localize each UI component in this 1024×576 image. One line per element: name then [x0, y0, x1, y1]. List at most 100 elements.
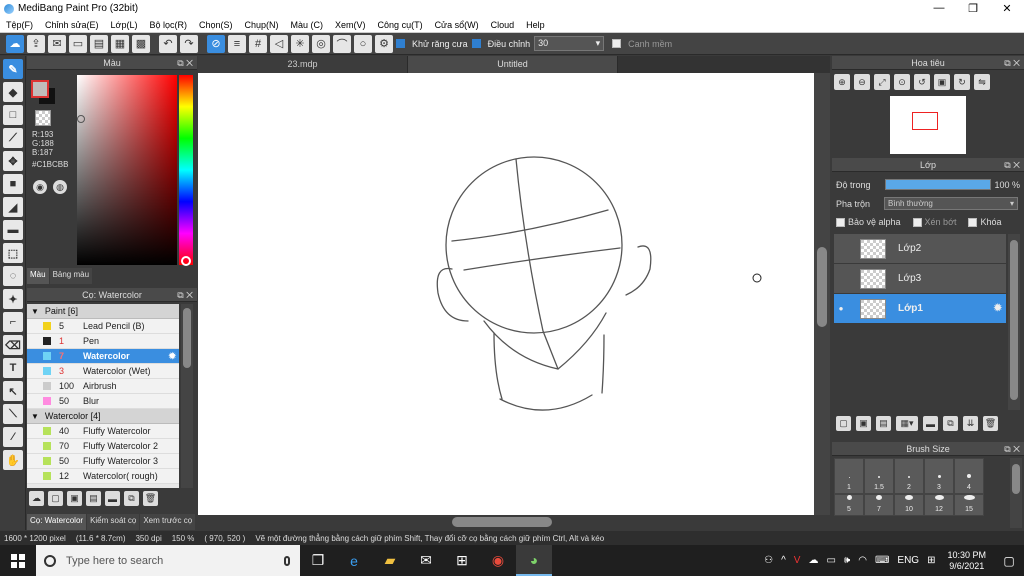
brush-item-watercolor-wet[interactable]: 3 Watercolor (Wet) [27, 364, 179, 379]
menu-color[interactable]: Màu (C) [285, 20, 330, 30]
brush-item-watercolor-rough[interactable]: 12 Watercolor( rough) [27, 469, 179, 484]
brush-item-blur[interactable]: 50 Blur [27, 394, 179, 409]
rotate-reset-icon[interactable]: ▣ [934, 74, 950, 90]
people-icon[interactable]: ⚇ [764, 555, 773, 566]
opacity-slider[interactable] [884, 179, 991, 190]
panel-close-icon[interactable]: ⧉ ✕ [1004, 56, 1020, 70]
antivirus-icon[interactable]: V [794, 555, 801, 566]
brush-item-airbrush[interactable]: 100 Airbrush [27, 379, 179, 394]
brush-size-2[interactable]: 2 [894, 458, 924, 494]
flip-horizontal-icon[interactable]: ⇋ [974, 74, 990, 90]
menu-view[interactable]: Xem(V) [329, 20, 372, 30]
divide-tool-icon[interactable]: ⟍ [3, 404, 23, 424]
scrollbar-thumb[interactable] [817, 247, 827, 327]
brush-list-scrollbar[interactable] [181, 304, 193, 488]
microphone-icon[interactable] [284, 555, 290, 566]
text-tool-icon[interactable]: T [3, 358, 23, 378]
delete-layer-icon[interactable]: 🗑 [983, 416, 998, 431]
redo-icon[interactable]: ↷ [180, 34, 198, 53]
protect-alpha-checkbox[interactable] [836, 217, 845, 227]
layer-settings-gear-icon[interactable]: ✹ [994, 303, 1002, 314]
cross-snap-icon[interactable]: # [249, 34, 267, 53]
eyedropper-tool-icon[interactable]: ⁄ [3, 427, 23, 447]
menu-cloud[interactable]: Cloud [485, 20, 521, 30]
snap-checkbox[interactable] [612, 39, 622, 48]
parallel-snap-icon[interactable]: ≡ [228, 34, 246, 53]
operation-tool-icon[interactable]: ↖ [3, 381, 23, 401]
brush-item-fluffy-watercolor-3[interactable]: 50 Fluffy Watercolor 3 [27, 454, 179, 469]
panel-icon[interactable]: ▦ [111, 34, 129, 53]
brush-item-lead-pencil[interactable]: 5 Lead Pencil (B) [27, 319, 179, 334]
hue-slider-knob[interactable] [181, 256, 191, 266]
mail-icon[interactable]: ✉ [408, 545, 444, 576]
comment-icon[interactable]: ✉ [48, 34, 66, 53]
menu-window[interactable]: Cửa sổ(W) [429, 20, 485, 30]
export-icon[interactable]: ⇪ [27, 34, 45, 53]
layer-folder-icon[interactable]: ▬ [923, 416, 938, 431]
brush-item-watercolor[interactable]: 7 Watercolor ✹ [27, 349, 179, 364]
gradient-tool-icon[interactable]: ▬ [3, 220, 23, 240]
menu-filter[interactable]: Bộ lọc(R) [143, 20, 193, 30]
saturation-value-picker[interactable] [77, 75, 177, 265]
duplicate-layer-icon[interactable]: ⧉ [943, 416, 958, 431]
brush-folder-icon[interactable]: ▬ [105, 491, 120, 506]
hand-tool-icon[interactable]: ✋ [3, 450, 23, 470]
hue-slider[interactable] [179, 75, 193, 265]
volume-icon[interactable]: 🕪 [844, 555, 850, 566]
brush-properties-icon[interactable]: ▤ [86, 491, 101, 506]
zoom-out-icon[interactable]: ⊖ [854, 74, 870, 90]
drawing-canvas[interactable] [198, 73, 830, 515]
brush-size-7[interactable]: 7 [864, 494, 894, 516]
brush-size-5[interactable]: 5 [834, 494, 864, 516]
wifi-icon[interactable]: ◠ [858, 555, 867, 566]
palette-add-icon[interactable]: ◍ [53, 180, 67, 194]
clip-checkbox[interactable] [912, 217, 922, 227]
add-brush-icon[interactable]: ▣ [67, 491, 82, 506]
menu-file[interactable]: Tệp(F) [0, 20, 39, 30]
taskbar-search[interactable]: Type here to search [36, 545, 300, 576]
select-eraser-tool-icon[interactable]: ⌫ [3, 335, 23, 355]
panel-close-icon[interactable]: ⧉ ✕ [1004, 158, 1020, 172]
message-icon[interactable]: ▭ [69, 34, 87, 53]
edge-browser-icon[interactable]: e [336, 545, 372, 576]
menu-select[interactable]: Chọn(S) [193, 20, 239, 30]
rotate-left-icon[interactable]: ↺ [914, 74, 930, 90]
zoom-in-icon[interactable]: ⊕ [834, 74, 850, 90]
palette-icon[interactable]: ◉ [33, 180, 47, 194]
menu-help[interactable]: Help [520, 20, 551, 30]
radial-snap-icon[interactable]: ✳ [291, 34, 309, 53]
brush-tool-icon[interactable]: ✎ [3, 59, 23, 79]
pen-tool-icon[interactable]: ⟋ [3, 128, 23, 148]
file-explorer-icon[interactable]: ▰ [372, 545, 408, 576]
document-icon[interactable]: ▤ [90, 34, 108, 53]
scrollbar-thumb[interactable] [183, 308, 191, 368]
cloud-brush-icon[interactable]: ☁ [29, 491, 44, 506]
collapse-arrow-icon[interactable]: ▼ [31, 307, 39, 316]
eraser-tool-icon[interactable]: ◆ [3, 82, 23, 102]
fit-window-icon[interactable]: ⤢ [874, 74, 890, 90]
brush-item-fluffy-watercolor-2[interactable]: 70 Fluffy Watercolor 2 [27, 439, 179, 454]
maximize-button[interactable]: ❐ [956, 2, 990, 15]
foreground-color-swatch[interactable] [31, 80, 49, 98]
onedrive-icon[interactable]: ☁ [808, 555, 818, 566]
layer-list-scrollbar[interactable] [1008, 234, 1020, 410]
vanishing-point-icon[interactable]: ◁ [270, 34, 288, 53]
tab-document-untitled[interactable]: Untitled [408, 56, 618, 73]
snap-off-icon[interactable]: ⊘ [207, 34, 225, 53]
ellipse-snap-icon[interactable]: ○ [354, 34, 372, 53]
new-halftone-layer-icon[interactable]: ▣ [856, 416, 871, 431]
start-button[interactable] [0, 545, 36, 576]
menu-snap[interactable]: Chụp(N) [239, 20, 285, 30]
eye-icon[interactable]: ● [834, 304, 848, 313]
collapse-arrow-icon[interactable]: ▼ [31, 412, 39, 421]
navigator-preview[interactable] [890, 96, 966, 154]
scrollbar-thumb[interactable] [1010, 240, 1018, 400]
minimize-button[interactable]: — [922, 2, 956, 15]
brush-item-fluffy-watercolor[interactable]: 40 Fluffy Watercolor [27, 424, 179, 439]
brush-size-1-5[interactable]: 1.5 [864, 458, 894, 494]
select-pen-tool-icon[interactable]: ⌐ [3, 312, 23, 332]
brush-size-1[interactable]: 1 [834, 458, 864, 494]
blend-mode-select[interactable]: Bình thường ▾ [884, 197, 1019, 210]
transparent-color-swatch[interactable] [35, 110, 51, 126]
add-layer-dropdown-icon[interactable]: ▦▾ [896, 416, 918, 431]
